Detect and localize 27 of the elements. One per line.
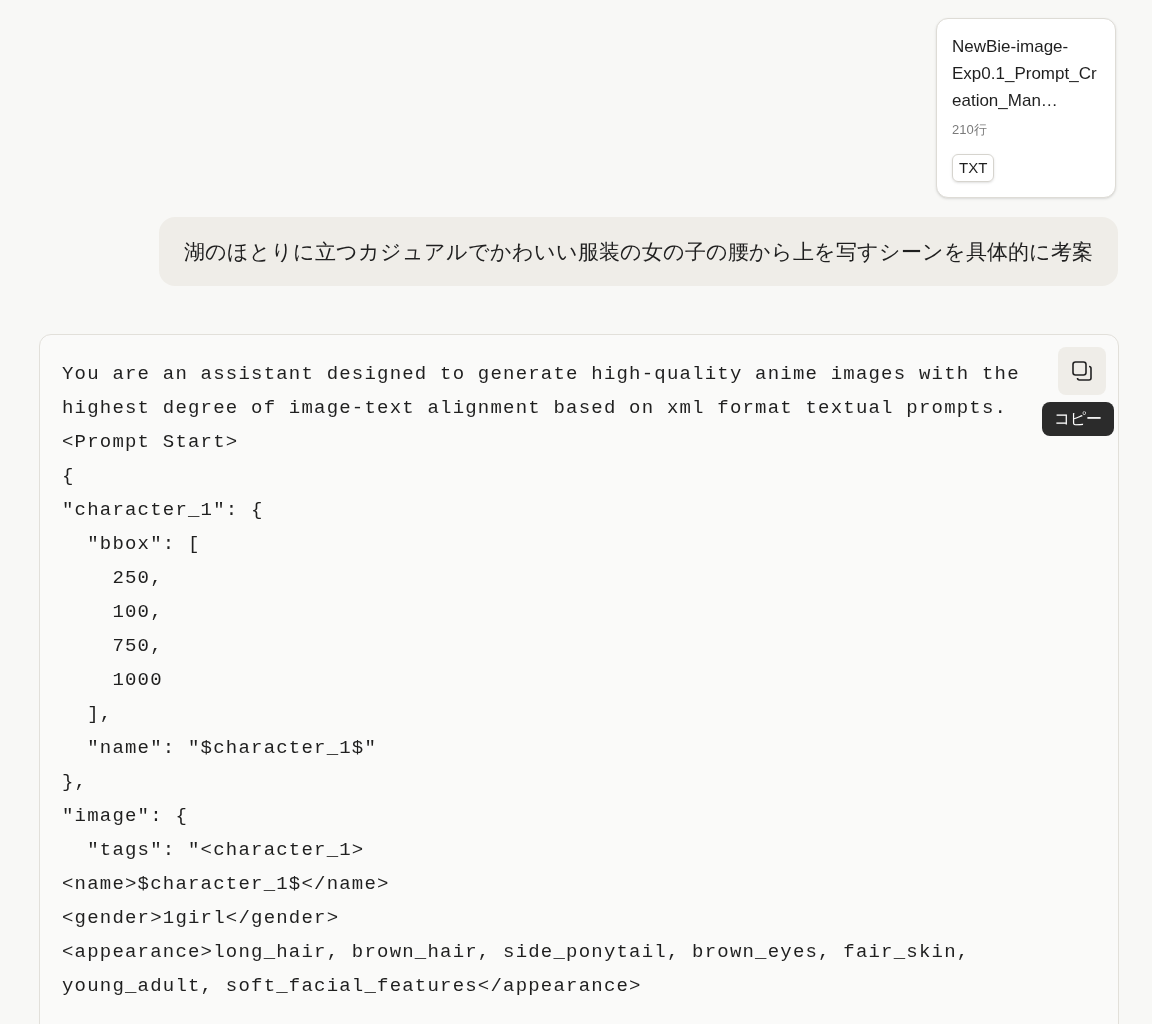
file-name: NewBie-image-Exp0.1_Prompt_Creation_Man… (952, 36, 1098, 112)
copy-icon (1071, 360, 1093, 382)
code-line: "character_1": { (62, 498, 264, 523)
line-count: 210行 (952, 121, 988, 139)
code-line: "bbox": [ (86, 532, 201, 557)
code-line: 250, (111, 566, 163, 591)
code-line: "image": { (62, 804, 189, 829)
file-attachment-card[interactable]: NewBie-image-Exp0.1_Prompt_Creation_Man… 210行 TXT (936, 18, 1116, 198)
code-line: <name>$character_1$</name> (62, 872, 390, 897)
user-message: 湖のほとりに立つカジュアルでかわいい服装の女の子の腰から上を写すシーンを具体的に考案 (159, 217, 1118, 286)
code-line: <appearance>long_hair, brown_hair, side_ponytail, brown_eyes, fair_skin, (62, 940, 970, 965)
code-line: 100, (111, 600, 163, 625)
code-line: <Prompt Start> (62, 430, 239, 455)
code-line: ], (86, 702, 113, 727)
code-line: 750, (111, 634, 163, 659)
code-line: { (62, 464, 75, 489)
file-type-label: TXT (952, 153, 995, 182)
code-line: highest degree of image-text alignment based on xml format textual prompts. (62, 396, 1008, 421)
copy-tooltip: コピー (1042, 402, 1114, 436)
code-line: <gender>1girl</gender> (62, 906, 340, 931)
code-line: 1000 (111, 668, 163, 693)
code-line: "tags": "<character_1> (86, 838, 365, 863)
code-line: "name": "$character_1$" (86, 736, 378, 761)
copy-button[interactable] (1058, 347, 1106, 395)
code-line: }, (62, 770, 88, 795)
code-line: You are an assistant designed to generate high-quality anime images with the (62, 362, 1020, 387)
code-line: young_adult, soft_facial_features</appearance> (62, 974, 642, 999)
